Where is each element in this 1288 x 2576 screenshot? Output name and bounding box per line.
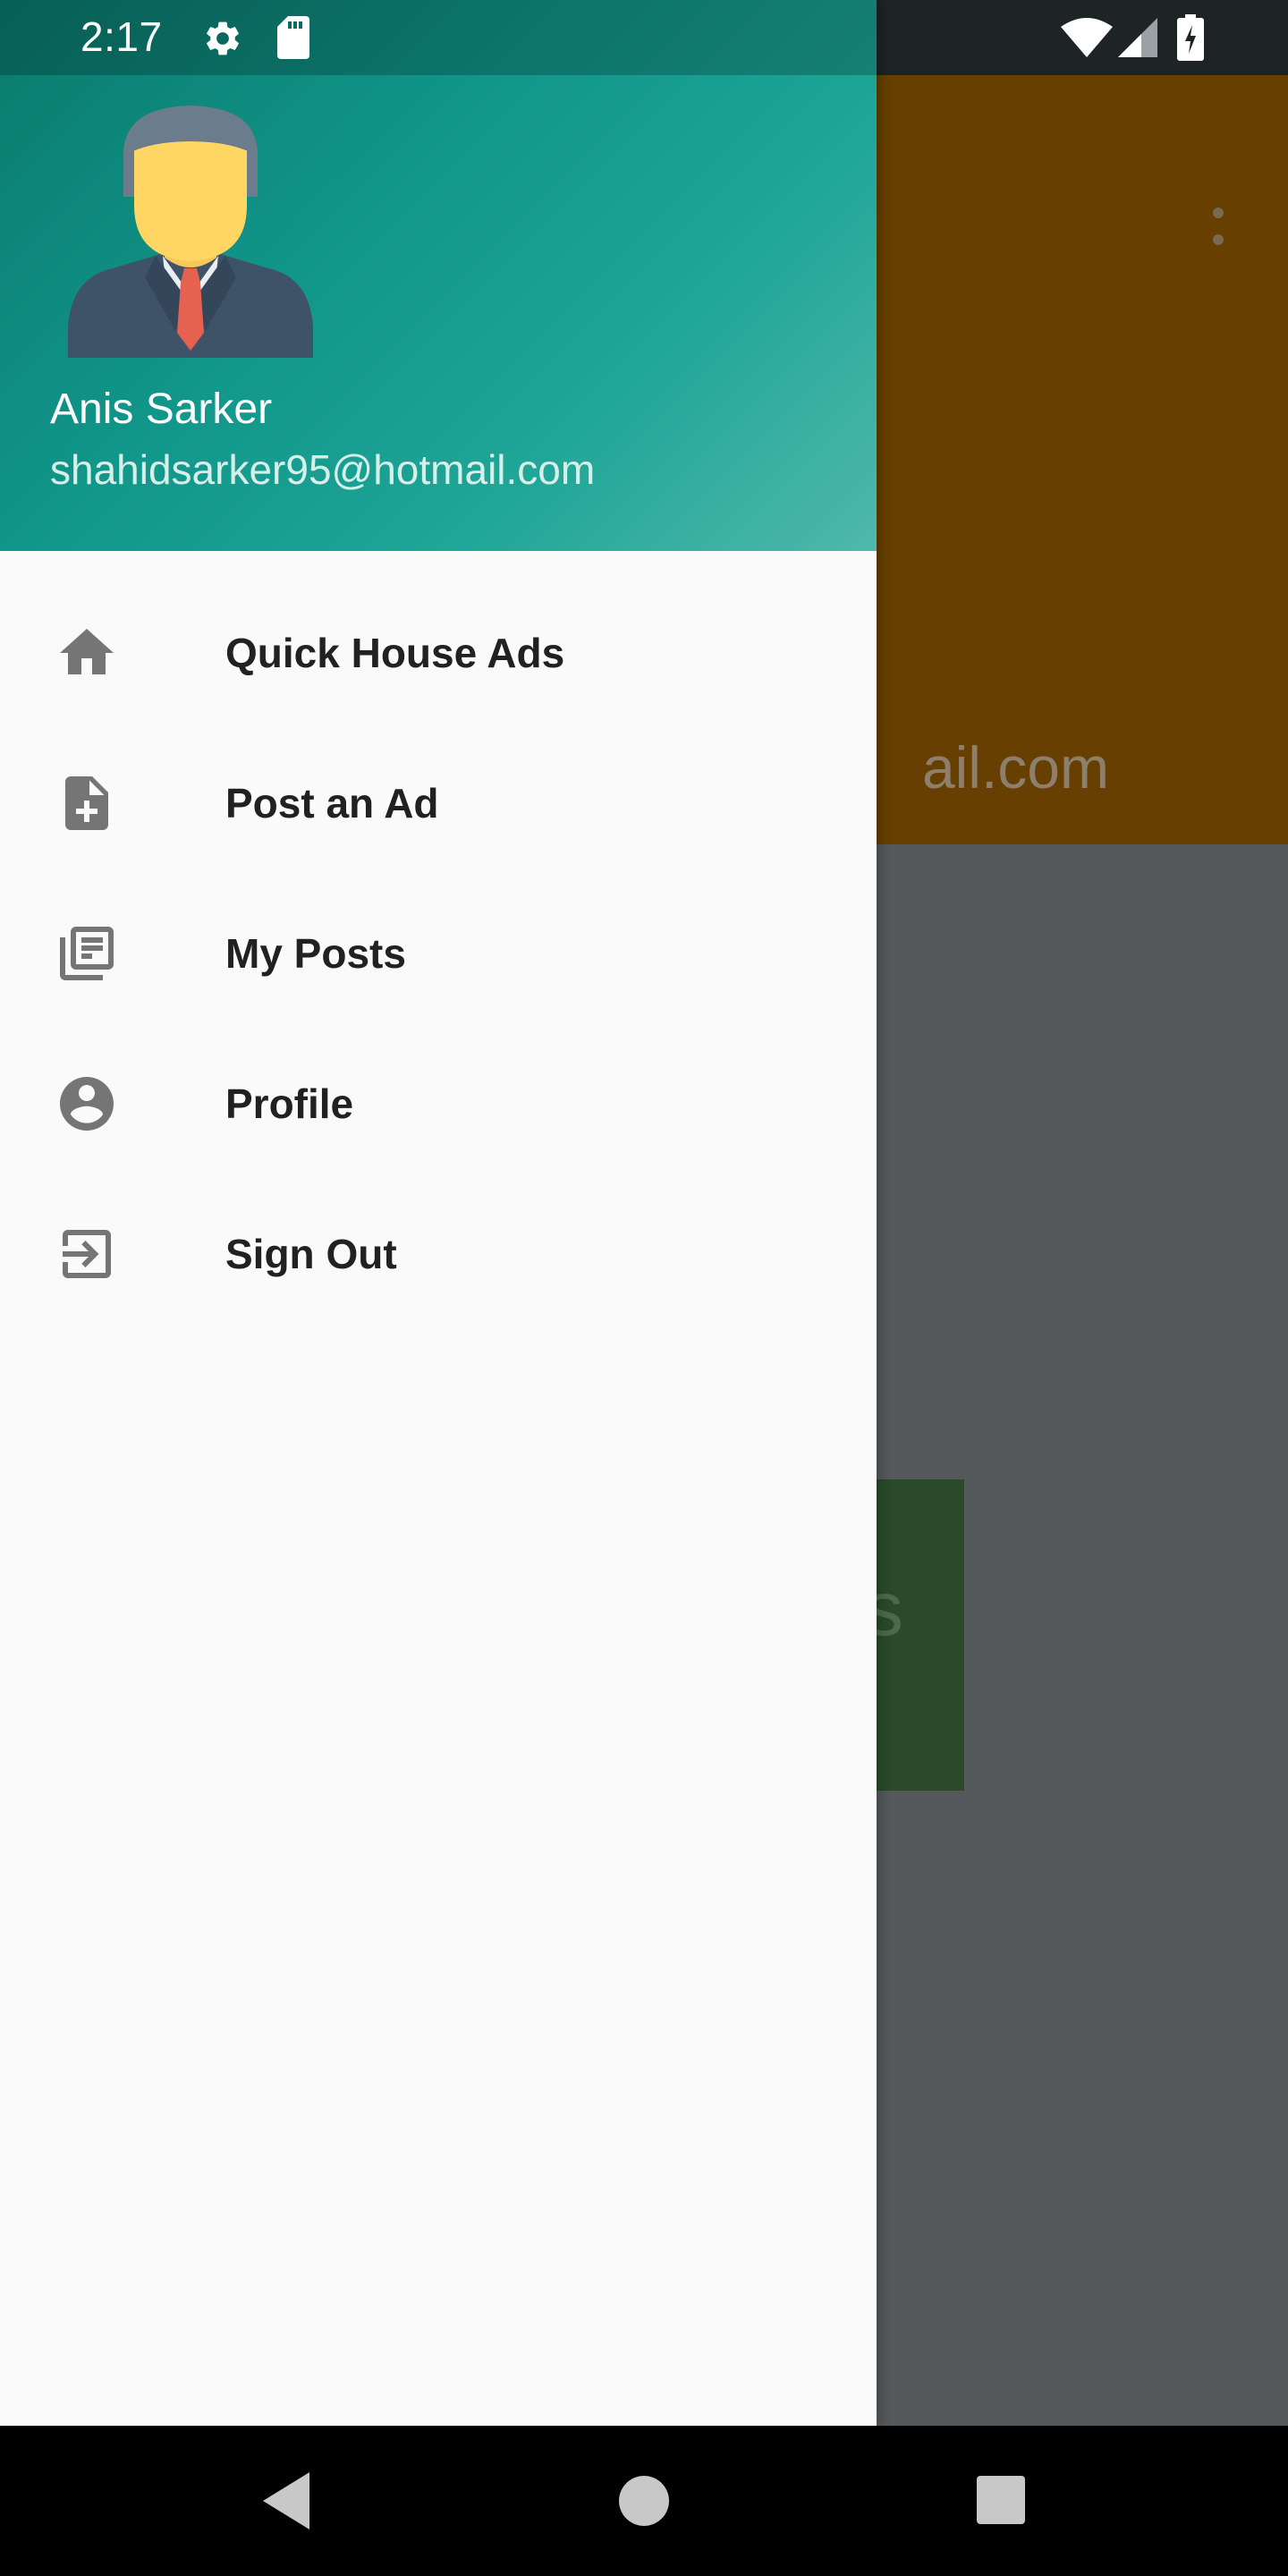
user-name: Anis Sarker bbox=[50, 386, 273, 433]
note-add-icon bbox=[52, 768, 122, 838]
menu-item-profile[interactable]: Profile bbox=[0, 1029, 877, 1179]
menu-item-sign-out[interactable]: Sign Out bbox=[0, 1179, 877, 1329]
sd-card-icon bbox=[277, 16, 309, 59]
library-books-icon bbox=[52, 919, 122, 988]
user-email: shahidsarker95@hotmail.com bbox=[50, 446, 596, 493]
battery-charging-icon bbox=[1177, 14, 1204, 61]
menu-item-label: Profile bbox=[225, 1080, 354, 1127]
home-icon bbox=[52, 618, 122, 688]
menu-item-label: My Posts bbox=[225, 930, 406, 977]
system-navigation-bar bbox=[0, 2426, 1288, 2576]
recents-square-icon[interactable] bbox=[977, 2476, 1025, 2524]
menu-item-post-an-ad[interactable]: Post an Ad bbox=[0, 728, 877, 878]
screen: ail.com s Anis Sarker shahidsarker95@hot… bbox=[0, 0, 1288, 2576]
businessman-avatar-icon bbox=[68, 106, 313, 358]
wifi-icon bbox=[1061, 18, 1113, 57]
signal-icon bbox=[1118, 18, 1157, 57]
sign-out-icon bbox=[52, 1219, 122, 1289]
menu-item-label: Post an Ad bbox=[225, 780, 439, 826]
back-icon[interactable] bbox=[258, 2469, 315, 2533]
menu-item-my-posts[interactable]: My Posts bbox=[0, 878, 877, 1029]
gear-icon bbox=[207, 21, 239, 55]
navigation-drawer: Anis Sarker shahidsarker95@hotmail.com Q… bbox=[0, 0, 877, 2426]
menu-item-quick-house-ads[interactable]: Quick House Ads bbox=[0, 578, 877, 728]
status-time: 2:17 bbox=[80, 13, 163, 60]
account-circle-icon bbox=[52, 1069, 122, 1139]
menu-item-label: Quick House Ads bbox=[225, 630, 565, 676]
status-bar: 2:17 bbox=[0, 0, 1288, 75]
home-circle-icon[interactable] bbox=[619, 2476, 669, 2526]
drawer-menu: Quick House Ads Post an Ad My Posts Prof… bbox=[0, 578, 877, 1329]
menu-item-label: Sign Out bbox=[225, 1231, 397, 1277]
drawer-header: Anis Sarker shahidsarker95@hotmail.com bbox=[0, 0, 877, 551]
